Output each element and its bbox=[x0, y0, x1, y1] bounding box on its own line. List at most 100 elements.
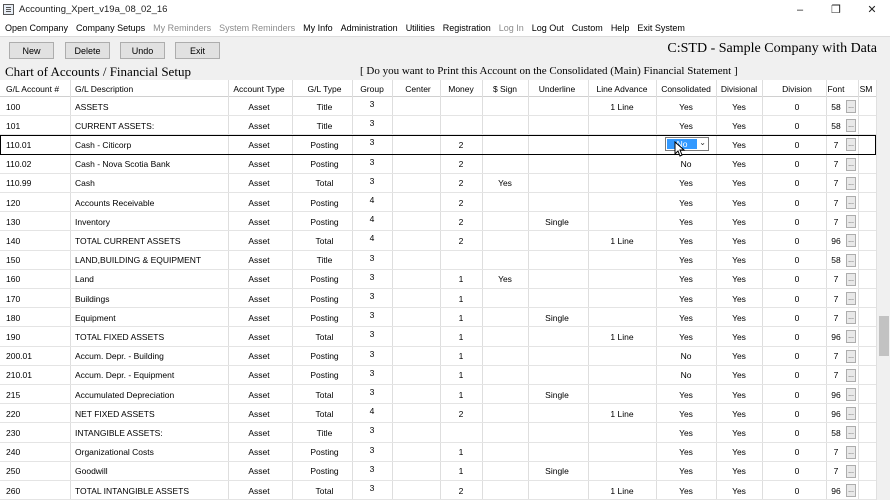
cell-gl-type[interactable]: Posting bbox=[297, 443, 352, 462]
cell-description[interactable]: Buildings bbox=[75, 289, 225, 308]
cell-division[interactable]: 0 bbox=[768, 270, 826, 289]
restore-button[interactable]: ❐ bbox=[818, 0, 854, 19]
menu-log-out[interactable]: Log Out bbox=[529, 23, 567, 33]
cell-consolidated[interactable]: Yes bbox=[656, 327, 716, 346]
cell-account-type[interactable]: Asset bbox=[228, 327, 290, 346]
cell-underline[interactable] bbox=[528, 443, 586, 462]
cell-center[interactable] bbox=[392, 193, 444, 212]
column-header-font[interactable]: Font bbox=[826, 80, 846, 97]
cell-account-type[interactable]: Asset bbox=[228, 174, 290, 193]
cell-gl-type[interactable]: Posting bbox=[297, 135, 352, 154]
cell-font[interactable]: 7 bbox=[826, 174, 846, 193]
cell-underline[interactable] bbox=[528, 270, 586, 289]
cell-description[interactable]: Accounts Receivable bbox=[75, 193, 225, 212]
cell-gl-type[interactable]: Title bbox=[297, 97, 352, 116]
cell-consolidated[interactable]: Yes bbox=[656, 462, 716, 481]
font-picker-button[interactable]: ... bbox=[846, 196, 856, 209]
cell-divisional[interactable]: Yes bbox=[716, 231, 762, 250]
cell-underline[interactable] bbox=[528, 231, 586, 250]
cell-underline[interactable] bbox=[528, 481, 586, 500]
font-picker-button[interactable]: ... bbox=[846, 368, 856, 382]
cell-divisional[interactable]: Yes bbox=[716, 443, 762, 462]
table-row[interactable]: 110.01 Cash - Citicorp Asset Posting 3 2 No ⌄ Ye… bbox=[0, 135, 876, 158]
cell-center[interactable] bbox=[392, 366, 444, 385]
cell-money[interactable] bbox=[440, 251, 482, 270]
cell-gl-account[interactable]: 180 bbox=[6, 308, 68, 327]
cell-font[interactable]: 7 bbox=[826, 289, 846, 308]
cell-money[interactable]: 1 bbox=[440, 443, 482, 462]
table-row[interactable]: 180 Equipment Asset Posting 3 1 Single Yes Yes 0 7… bbox=[0, 308, 876, 328]
cell-center[interactable] bbox=[392, 327, 444, 346]
cell-division[interactable]: 0 bbox=[768, 155, 826, 174]
cell-line-advance[interactable] bbox=[588, 289, 656, 308]
table-row[interactable]: 101 CURRENT ASSETS: Asset Title 3 Yes Yes 0 58..… bbox=[0, 116, 876, 136]
table-row[interactable]: 220 NET FIXED ASSETS Asset Total 4 2 1 Line Yes… bbox=[0, 404, 876, 424]
cell-dollar-sign[interactable] bbox=[482, 251, 528, 270]
cell-font[interactable]: 7 bbox=[826, 443, 846, 462]
cell-line-advance[interactable] bbox=[588, 270, 656, 289]
cell-group[interactable]: 3 bbox=[352, 327, 392, 346]
cell-line-advance[interactable] bbox=[588, 155, 656, 174]
cell-money[interactable]: 2 bbox=[440, 174, 482, 193]
font-picker-button[interactable]: ... bbox=[846, 157, 856, 171]
cell-dollar-sign[interactable] bbox=[482, 481, 528, 500]
cell-money[interactable]: 1 bbox=[440, 462, 482, 481]
font-picker-button[interactable]: ... bbox=[846, 464, 856, 478]
cell-center[interactable] bbox=[392, 385, 444, 404]
cell-money[interactable]: 2 bbox=[440, 155, 482, 174]
cell-underline[interactable] bbox=[528, 289, 586, 308]
cell-line-advance[interactable] bbox=[588, 462, 656, 481]
cell-gl-type[interactable]: Total bbox=[297, 404, 352, 423]
cell-font[interactable]: 7 bbox=[826, 308, 846, 327]
font-picker-button[interactable]: ... bbox=[846, 138, 856, 152]
cell-account-type[interactable]: Asset bbox=[228, 385, 290, 404]
cell-account-type[interactable]: Asset bbox=[228, 481, 290, 500]
table-row[interactable]: 160 Land Asset Posting 3 1 Yes Yes Yes 0 7... bbox=[0, 270, 876, 289]
cell-account-type[interactable]: Asset bbox=[228, 116, 290, 135]
table-row[interactable]: 230 INTANGIBLE ASSETS: Asset Title 3 Yes Yes 0 5… bbox=[0, 423, 876, 443]
cell-line-advance[interactable] bbox=[588, 385, 656, 404]
font-picker-button[interactable]: ... bbox=[846, 176, 856, 190]
cell-description[interactable]: Accumulated Depreciation bbox=[75, 385, 225, 404]
cell-consolidated[interactable]: Yes bbox=[656, 116, 716, 135]
cell-consolidated[interactable]: Yes bbox=[656, 481, 716, 500]
undo-button[interactable]: Undo bbox=[120, 42, 165, 59]
cell-division[interactable]: 0 bbox=[768, 289, 826, 308]
cell-group[interactable]: 3 bbox=[352, 385, 392, 404]
cell-description[interactable]: TOTAL FIXED ASSETS bbox=[75, 327, 225, 346]
cell-divisional[interactable]: Yes bbox=[716, 462, 762, 481]
cell-description[interactable]: CURRENT ASSETS: bbox=[75, 116, 225, 135]
cell-division[interactable]: 0 bbox=[768, 347, 826, 366]
cell-gl-type[interactable]: Posting bbox=[297, 308, 352, 327]
cell-account-type[interactable]: Asset bbox=[228, 289, 290, 308]
cell-font[interactable]: 58 bbox=[826, 423, 846, 442]
cell-divisional[interactable]: Yes bbox=[716, 193, 762, 212]
cell-description[interactable]: Cash - Nova Scotia Bank bbox=[75, 155, 225, 174]
cell-group[interactable]: 3 bbox=[352, 174, 392, 193]
cell-underline[interactable] bbox=[528, 155, 586, 174]
cell-font[interactable]: 58 bbox=[826, 116, 846, 135]
cell-underline[interactable] bbox=[528, 366, 586, 385]
font-picker-button[interactable]: ... bbox=[846, 292, 856, 305]
cell-account-type[interactable]: Asset bbox=[228, 97, 290, 116]
cell-consolidated[interactable]: Yes bbox=[656, 212, 716, 231]
cell-divisional[interactable]: Yes bbox=[716, 174, 762, 193]
cell-center[interactable] bbox=[392, 135, 444, 154]
cell-font[interactable]: 96 bbox=[826, 231, 846, 250]
cell-description[interactable]: LAND,BUILDING & EQUIPMENT bbox=[75, 251, 225, 270]
font-picker-button[interactable]: ... bbox=[846, 330, 856, 344]
cell-money[interactable] bbox=[440, 423, 482, 442]
cell-gl-account[interactable]: 110.02 bbox=[6, 155, 68, 174]
column-header-account-type[interactable]: Account Type bbox=[228, 80, 290, 97]
font-picker-button[interactable]: ... bbox=[846, 215, 856, 229]
cell-line-advance[interactable] bbox=[588, 135, 656, 154]
cell-divisional[interactable]: Yes bbox=[716, 289, 762, 308]
table-row[interactable]: 120 Accounts Receivable Asset Posting 4 2 Yes Y… bbox=[0, 193, 876, 213]
cell-line-advance[interactable]: 1 Line bbox=[588, 404, 656, 423]
cell-group[interactable]: 3 bbox=[352, 308, 392, 327]
cell-font[interactable]: 7 bbox=[826, 193, 846, 212]
cell-gl-account[interactable]: 190 bbox=[6, 327, 68, 346]
cell-font[interactable]: 7 bbox=[826, 155, 846, 174]
cell-dollar-sign[interactable] bbox=[482, 155, 528, 174]
cell-divisional[interactable]: Yes bbox=[716, 347, 762, 366]
